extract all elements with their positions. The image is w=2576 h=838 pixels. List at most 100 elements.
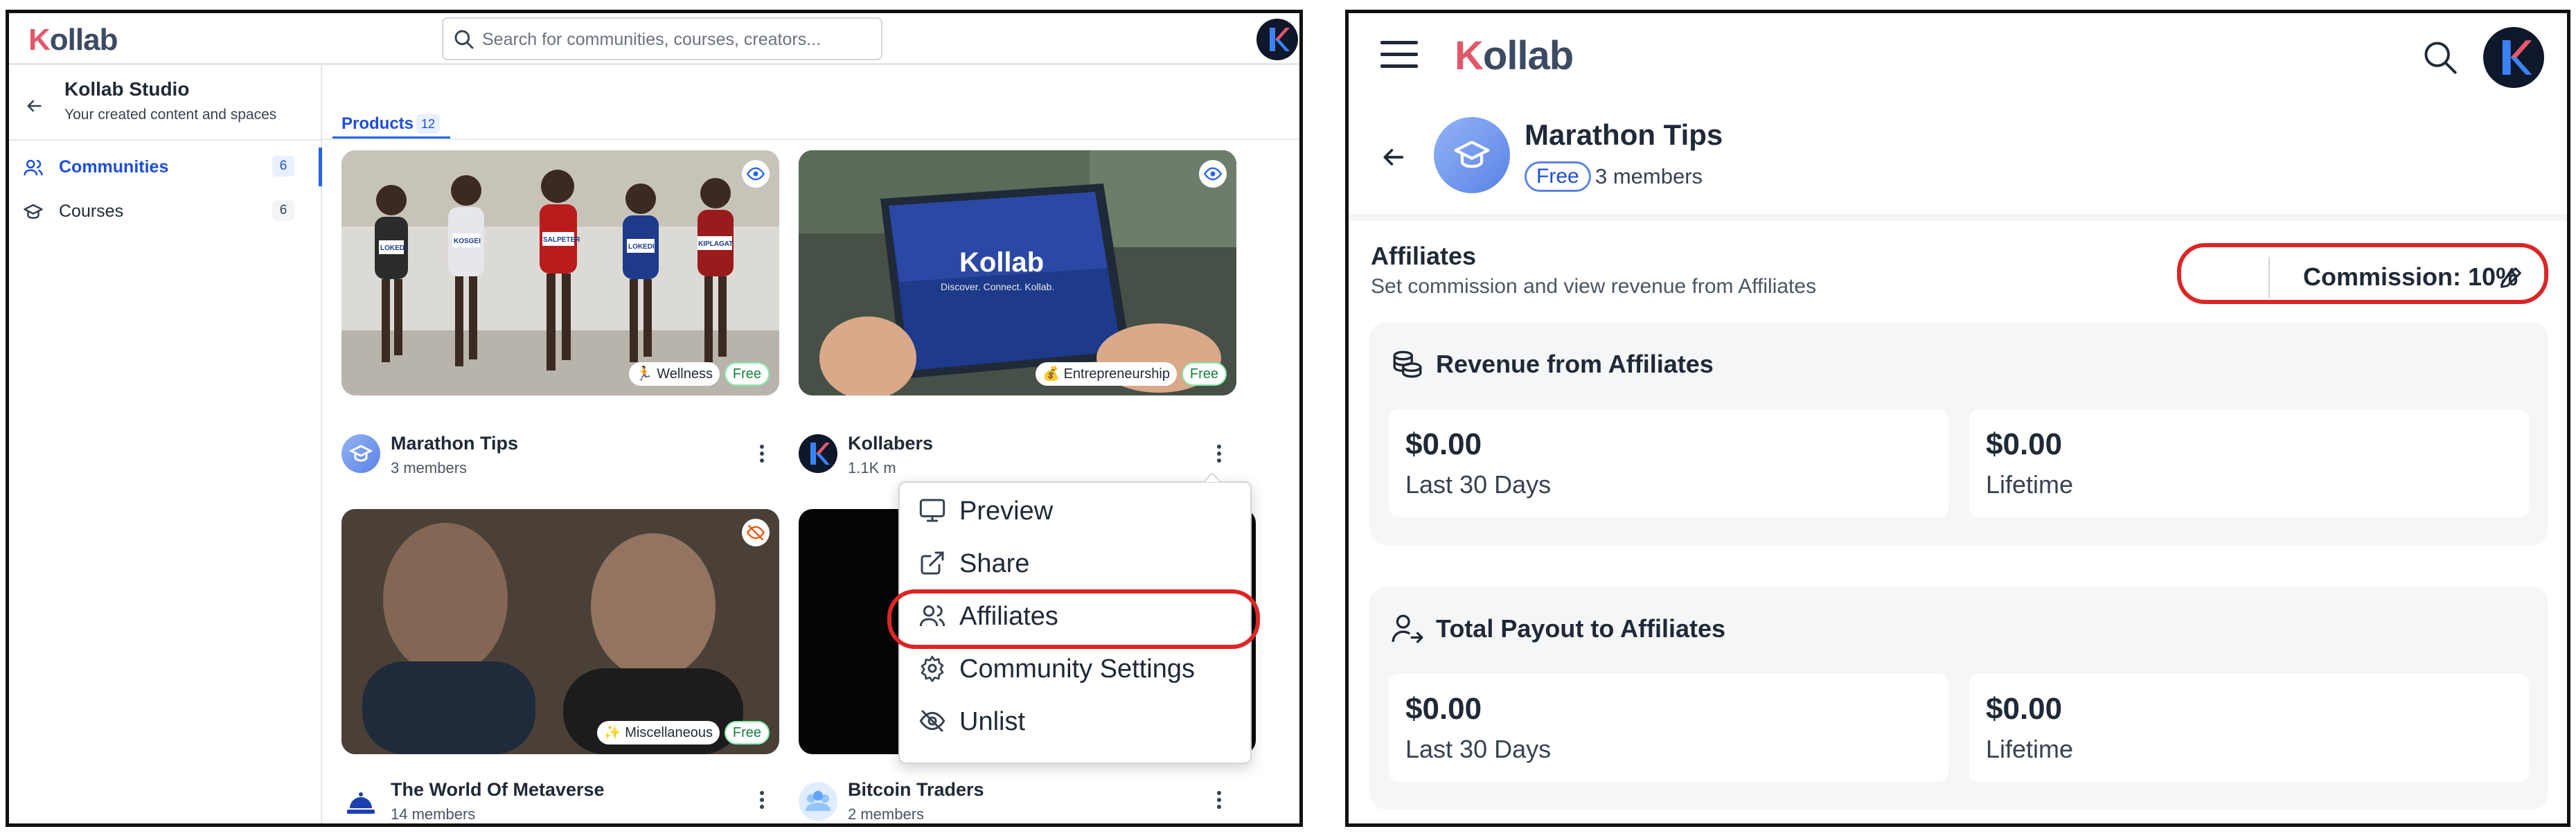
more-vertical-icon[interactable]: [755, 440, 769, 467]
stat-card-lifetime: $0.00 Lifetime: [1969, 674, 2529, 782]
tab-label: Products: [341, 114, 414, 133]
divider: [1349, 214, 2567, 221]
back-arrow-icon[interactable]: [1379, 143, 1407, 171]
menu-item-label: Community Settings: [959, 654, 1196, 684]
sidebar-item-label: Communities: [59, 157, 169, 177]
kollab-logo[interactable]: Kollab: [28, 23, 118, 57]
user-arrow-icon: [1392, 614, 1423, 643]
payout-section: Total Payout to Affiliates $0.00 Last 30…: [1369, 587, 2548, 810]
card-image-marathon-tips[interactable]: LOKEDI KOSGEI SALPETER LOKEDI KIPLAGAT 🏃…: [341, 150, 779, 395]
count-badge: 6: [272, 200, 294, 221]
users-icon: [24, 159, 43, 176]
card-title[interactable]: The World Of Metaverse: [391, 779, 605, 801]
race-bib: LOKEDI: [380, 244, 407, 252]
card-title[interactable]: Marathon Tips: [391, 433, 518, 454]
eye-icon: [746, 167, 765, 181]
studio-title: Kollab Studio: [64, 78, 190, 100]
tablet-tagline: Discover. Connect. Kollab.: [941, 281, 1054, 292]
studio-products-screen: Kollab Search for communities, courses, …: [6, 10, 1303, 827]
search-icon: [454, 30, 474, 49]
divider: [9, 139, 321, 141]
stat-caption: Last 30 Days: [1405, 735, 1552, 763]
stat-card-lifetime: $0.00 Lifetime: [1969, 409, 2529, 517]
section-subtitle: Set commission and view revenue from Aff…: [1371, 275, 1817, 298]
menu-item-share[interactable]: Share: [900, 537, 1250, 587]
race-bib: KOSGEI: [454, 238, 481, 245]
count-badge: 12: [416, 114, 440, 134]
stat-value: $0.00: [1405, 427, 1482, 461]
menu-item-preview[interactable]: Preview: [900, 484, 1250, 534]
visibility-toggle[interactable]: [742, 519, 770, 546]
category-badge: 💰 Entrepreneurship: [1036, 362, 1177, 386]
menu-item-community-settings[interactable]: Community Settings: [900, 642, 1250, 692]
visibility-toggle[interactable]: [742, 160, 770, 188]
search-input[interactable]: Search for communities, courses, creator…: [442, 17, 882, 60]
search-placeholder: Search for communities, courses, creator…: [482, 30, 821, 49]
race-bib: LOKEDI: [628, 243, 655, 251]
card-subtitle: 2 members: [848, 805, 925, 823]
card-avatar: [799, 434, 837, 473]
highlight-annotation: [2177, 243, 2548, 304]
price-badge: Free: [1525, 161, 1591, 192]
section-title: Affiliates: [1371, 242, 1477, 270]
gear-icon: [921, 656, 944, 682]
more-vertical-icon[interactable]: [755, 786, 769, 814]
menu-pointer: [1203, 473, 1221, 483]
menu-item-label: Share: [959, 549, 1030, 578]
race-bib: SALPETER: [543, 236, 580, 244]
stat-card-last-30-days: $0.00 Last 30 Days: [1389, 674, 1948, 782]
stat-value: $0.00: [1986, 427, 2063, 461]
studio-subtitle: Your created content and spaces: [64, 107, 277, 123]
stat-value: $0.00: [1986, 692, 2063, 726]
coins-icon: [1393, 350, 1422, 378]
more-vertical-icon[interactable]: [1212, 440, 1226, 467]
card-avatar: [799, 782, 837, 821]
more-vertical-icon[interactable]: [1212, 786, 1226, 814]
member-count: 3 members: [1595, 164, 1703, 188]
stat-caption: Lifetime: [1986, 735, 2074, 763]
search-icon[interactable]: [2422, 39, 2458, 75]
product-avatar: [1434, 117, 1510, 193]
menu-item-label: Preview: [959, 497, 1054, 526]
card-avatar: [341, 434, 380, 473]
avatar[interactable]: [1256, 19, 1298, 60]
price-badge: Free: [724, 362, 770, 386]
graduation-cap-icon: [24, 204, 43, 220]
sidebar-item-communities[interactable]: Communities 6: [9, 148, 322, 186]
menu-item-unlist[interactable]: Unlist: [900, 695, 1250, 745]
price-badge: Free: [1181, 362, 1227, 386]
visibility-toggle[interactable]: [1199, 160, 1227, 188]
card-title[interactable]: Bitcoin Traders: [848, 779, 984, 801]
stat-card-last-30-days: $0.00 Last 30 Days: [1389, 409, 1948, 517]
sidebar-item-courses[interactable]: Courses 6: [9, 192, 321, 231]
category-badge: 🏃 Wellness: [628, 362, 720, 386]
kollab-logo[interactable]: Kollab: [1455, 33, 1574, 79]
monitor-icon: [919, 499, 945, 522]
card-image-kollabers[interactable]: Kollab Discover. Connect. Kollab. 💰 Entr…: [799, 150, 1236, 395]
top-bar: Kollab Search for communities, courses, …: [9, 13, 1299, 65]
section-title: Revenue from Affiliates: [1436, 350, 1714, 378]
section-title: Total Payout to Affiliates: [1436, 614, 1726, 643]
category-badge: ✨ Miscellaneous: [596, 721, 720, 745]
top-bar: Kollab: [1349, 13, 2567, 103]
card-subtitle: 1.1K m: [848, 459, 896, 476]
card-title[interactable]: Kollabers: [848, 433, 933, 454]
eye-icon: [1203, 167, 1223, 181]
stat-caption: Lifetime: [1986, 470, 2074, 499]
menu-item-label: Unlist: [959, 707, 1026, 736]
stat-caption: Last 30 Days: [1405, 470, 1552, 499]
race-bib: KIPLAGAT: [698, 240, 733, 248]
external-link-icon: [921, 551, 944, 575]
card-avatar: [341, 782, 380, 821]
count-badge: 6: [272, 156, 294, 177]
card-subtitle: 14 members: [391, 805, 476, 823]
card-image-metaverse[interactable]: ✨ Miscellaneous Free: [341, 509, 779, 754]
stat-value: $0.00: [1405, 692, 1482, 726]
card-subtitle: 3 members: [391, 459, 468, 476]
avatar[interactable]: [2483, 27, 2544, 88]
sidebar-item-label: Courses: [59, 202, 124, 221]
price-badge: Free: [724, 721, 770, 745]
hamburger-menu-icon[interactable]: [1380, 39, 1418, 70]
eye-off-icon: [746, 524, 765, 541]
back-arrow-icon[interactable]: [24, 96, 44, 116]
